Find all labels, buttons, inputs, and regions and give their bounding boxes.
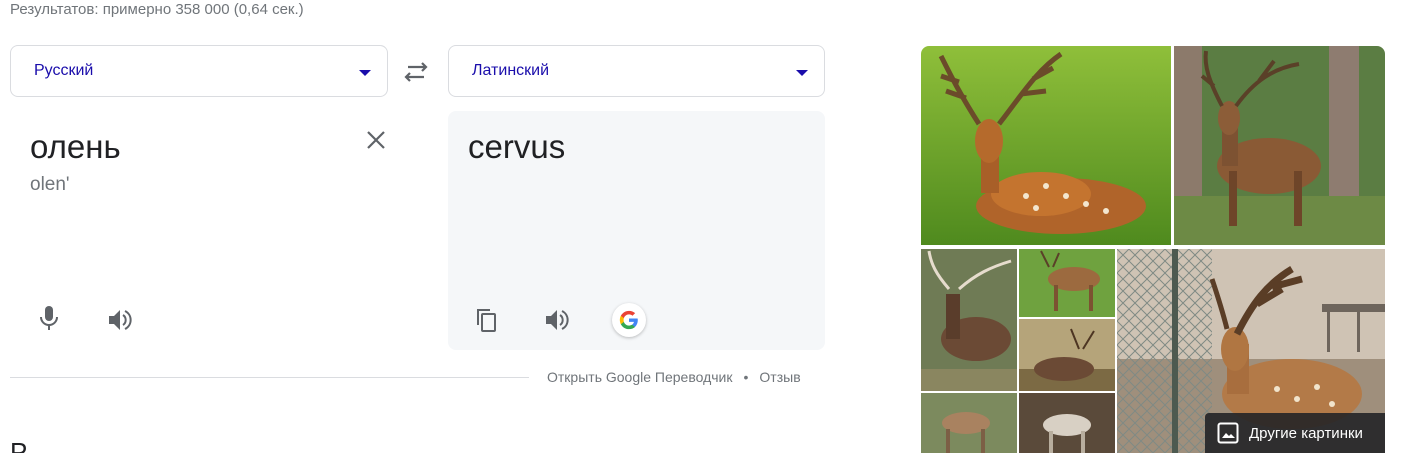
deer-image bbox=[921, 393, 1017, 453]
image-tile[interactable] bbox=[921, 46, 1171, 245]
translation-panel: cervus bbox=[448, 111, 825, 350]
source-language-select[interactable]: Русский bbox=[10, 45, 388, 97]
copy-button[interactable] bbox=[471, 305, 501, 335]
swap-languages-button[interactable] bbox=[400, 58, 432, 86]
image-tile[interactable] bbox=[1019, 393, 1115, 453]
target-language-label: Латинский bbox=[472, 62, 550, 79]
divider bbox=[10, 377, 529, 378]
speaker-icon bbox=[109, 310, 132, 330]
image-tile[interactable] bbox=[1019, 319, 1115, 391]
chevron-down-icon bbox=[359, 70, 371, 76]
microphone-icon bbox=[40, 306, 58, 330]
deer-image bbox=[1019, 249, 1115, 317]
translator-footer: Открыть Google Переводчик • Отзыв bbox=[547, 369, 801, 385]
clear-text-button[interactable] bbox=[364, 128, 388, 152]
source-text-input[interactable]: олень bbox=[30, 128, 121, 166]
next-section-heading: Р bbox=[10, 437, 28, 453]
source-text-panel[interactable]: олень olen' bbox=[10, 111, 429, 351]
deer-image bbox=[921, 46, 1171, 245]
source-language-label: Русский bbox=[34, 62, 94, 79]
close-icon bbox=[367, 131, 385, 149]
microphone-button[interactable] bbox=[34, 303, 64, 333]
transliteration: olen' bbox=[30, 174, 70, 195]
google-translate-button[interactable] bbox=[612, 303, 646, 337]
image-icon bbox=[1217, 422, 1239, 444]
swap-arrows-icon bbox=[404, 62, 428, 82]
image-tile[interactable] bbox=[1019, 249, 1115, 317]
translated-text: cervus bbox=[468, 128, 566, 165]
footer-separator: • bbox=[743, 369, 749, 385]
copy-icon bbox=[477, 309, 496, 332]
more-images-label: Другие картинки bbox=[1249, 424, 1363, 442]
speaker-icon bbox=[546, 310, 569, 330]
google-g-icon bbox=[619, 310, 638, 330]
result-stats: Результатов: примерно 358 000 (0,64 сек.… bbox=[10, 1, 304, 18]
chevron-down-icon bbox=[796, 70, 808, 76]
deer-image bbox=[1174, 46, 1385, 245]
deer-image bbox=[921, 249, 1017, 391]
listen-translation-button[interactable] bbox=[541, 305, 571, 335]
open-translator-link[interactable]: Открыть Google Переводчик bbox=[547, 369, 733, 385]
feedback-link[interactable]: Отзыв bbox=[759, 369, 800, 385]
target-language-select[interactable]: Латинский bbox=[448, 45, 825, 97]
image-tile[interactable] bbox=[1174, 46, 1385, 245]
deer-image bbox=[1019, 393, 1115, 453]
more-images-button[interactable]: Другие картинки bbox=[1205, 413, 1385, 453]
listen-source-button[interactable] bbox=[104, 305, 134, 335]
deer-image bbox=[1019, 319, 1115, 391]
image-tile[interactable] bbox=[921, 249, 1017, 391]
image-results-grid: Другие картинки bbox=[921, 46, 1385, 453]
image-tile[interactable] bbox=[921, 393, 1017, 453]
